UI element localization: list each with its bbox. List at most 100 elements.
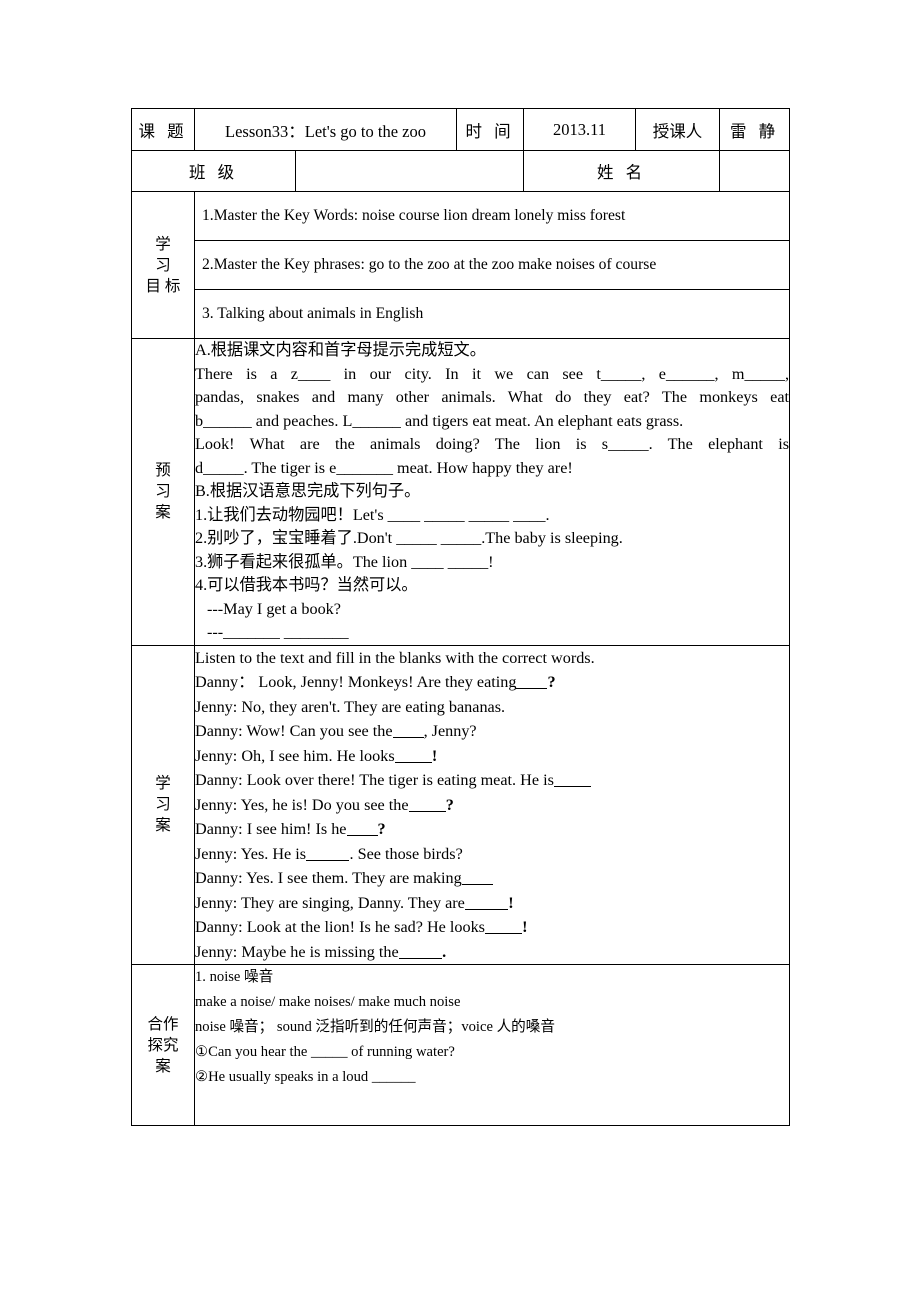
class-label: 班 级 — [131, 150, 296, 192]
dialogue-line: Danny: Wow! Can you see the , Jenny? — [195, 719, 789, 744]
dialogue-blank[interactable] — [516, 674, 548, 689]
dialogue-blank[interactable] — [461, 870, 493, 885]
objectives-list: 1.Master the Key Words: noise course lio… — [195, 192, 790, 339]
dialogue-speaker: Danny: — [195, 869, 243, 887]
dialogue-tail: . — [442, 942, 447, 961]
dialogue-blank[interactable] — [392, 723, 424, 738]
dialogue-line: Jenny: Yes, he is! Do you see the? — [195, 793, 789, 818]
preview-sentence: 2.别吵了，宝宝睡着了.Don't _____ _____.The baby i… — [195, 529, 623, 547]
dialogue-line: Danny: Yes. I see them. They are making — [195, 866, 789, 891]
dialogue-speaker: Jenny: — [195, 893, 238, 912]
objective-item: 3. Talking about animals in English — [195, 290, 789, 339]
dialogue-speaker: Danny： — [195, 673, 255, 691]
dialogue-blank[interactable] — [484, 919, 523, 934]
dialogue-tail: . See those birds? — [349, 844, 463, 863]
dialogue-line: Danny： Look, Jenny! Monkeys! Are they ea… — [195, 670, 789, 695]
cooperation-label-line-2: 探究 — [147, 1036, 179, 1054]
dialogue-speaker: Danny: — [195, 820, 243, 838]
preview-passage-line: There is a z____ in our city. In it we c… — [195, 364, 790, 383]
preview-passage-line: b______ and peaches. L______ and tigers … — [195, 411, 684, 430]
dialogue-blank[interactable] — [408, 797, 446, 812]
name-label: 姓 名 — [523, 150, 721, 192]
lesson-title: Lesson33：Let's go to the zoo — [193, 108, 458, 151]
dialogue-text: Look over there! The tiger is eating mea… — [242, 771, 554, 789]
cooperation-line: make a noise/ make noises/ make much noi… — [195, 994, 461, 1010]
dialogue-line: Jenny: Oh, I see him. He looks! — [195, 744, 789, 769]
time-label: 时 间 — [456, 108, 525, 151]
name-value[interactable] — [719, 150, 791, 192]
cooperation-label: 合作 探究 案 — [131, 964, 195, 1126]
dialogue-speaker: Jenny: — [195, 697, 238, 716]
study-row: 学 习 案 Listen to the text and fill in the… — [131, 644, 791, 965]
objective-2: 2.Master the Key phrases: go to the zoo … — [195, 240, 790, 290]
preview-sentence: 4.可以借我本书吗？当然可以。 — [195, 576, 418, 594]
dialogue-text: Look, Jenny! Monkeys! Are they eating — [254, 673, 517, 691]
dialogue-blank[interactable] — [394, 748, 432, 763]
preview-sentence: ---May I get a book? — [207, 599, 341, 618]
study-content: Listen to the text and fill in the blank… — [193, 644, 791, 965]
dialogue-blank[interactable] — [464, 895, 509, 910]
objective-1: 1.Master the Key Words: noise course lio… — [195, 192, 790, 241]
dialogue-line: Jenny: Maybe he is missing the. — [195, 940, 789, 965]
preview-sentence: ---_______ ________ — [207, 623, 349, 641]
dialogue-speaker: Jenny: — [195, 844, 238, 863]
dialogue-speaker: Danny: — [195, 771, 243, 789]
objective-item: 2.Master the Key phrases: go to the zoo … — [195, 240, 790, 290]
worksheet-page: 课 题 Lesson33：Let's go to the zoo 时 间 201… — [131, 108, 791, 1126]
dialogue-blank[interactable] — [398, 944, 443, 959]
study-label-line-1: 学 — [155, 775, 171, 793]
dialogue-tail: ! — [522, 918, 528, 936]
preview-label: 预 习 案 — [131, 338, 195, 646]
objective-3: 3. Talking about animals in English — [202, 305, 424, 322]
dialogue-speaker: Danny: — [195, 918, 243, 936]
header-row-title: 课 题 Lesson33：Let's go to the zoo 时 间 201… — [131, 108, 791, 151]
preview-sentence: 3.狮子看起来很孤单。The lion ____ _____! — [195, 552, 494, 571]
teacher-label: 授课人 — [635, 108, 721, 151]
preview-passage-line: pandas, snakes and many other animals. W… — [195, 388, 790, 406]
preview-label-line-1: 预 — [155, 462, 171, 480]
dialogue-text: Yes. He is — [237, 844, 307, 863]
dialogue-text: Wow! Can you see the — [242, 722, 393, 740]
time-value: 2013.11 — [523, 108, 637, 151]
dialogue-speaker: Danny: — [195, 722, 243, 740]
dialogue-blank[interactable] — [306, 846, 350, 861]
dialogue-tail: , Jenny? — [423, 722, 477, 740]
preview-passage-line: d_____. The tiger is e_______ meat. How … — [195, 458, 573, 477]
objectives-row: 学 习 目 标 1.Master the Key Words: noise co… — [131, 191, 791, 339]
cooperation-row: 合作 探究 案 1. noise 噪音 make a noise/ make n… — [131, 964, 791, 1126]
cooperation-label-line-3: 案 — [155, 1057, 171, 1075]
preview-row: 预 习 案 A.根据课文内容和首字母提示完成短文。 There is a z__… — [131, 338, 791, 646]
objectives-label-line-3: 目 标 — [145, 277, 181, 295]
objective-item: 1.Master the Key Words: noise course lio… — [195, 192, 790, 241]
dialogue-tail: ! — [508, 893, 514, 912]
dialogue-line: Jenny: No, they aren't. They are eating … — [195, 695, 789, 720]
dialogue-tail: ? — [445, 795, 454, 814]
dialogue-line: Danny: I see him! Is he? — [195, 817, 789, 842]
cooperation-content: 1. noise 噪音 make a noise/ make noises/ m… — [193, 964, 791, 1126]
dialogue-speaker: Jenny: — [195, 746, 238, 765]
dialogue-blank[interactable] — [346, 821, 378, 836]
dialogue-text: No, they aren't. They are eating bananas… — [237, 697, 506, 716]
preview-label-line-2: 习 — [155, 483, 171, 501]
subject-label: 课 题 — [131, 108, 195, 151]
preview-label-line-3: 案 — [155, 504, 171, 522]
objectives-content: 1.Master the Key Words: noise course lio… — [193, 191, 791, 339]
objectives-label: 学 习 目 标 — [131, 191, 195, 339]
objectives-label-line-1: 学 — [155, 235, 171, 253]
cooperation-line: noise 噪音； sound 泛指听到的任何声音；voice 人的嗓音 — [195, 1019, 555, 1035]
dialogue-blank[interactable] — [553, 772, 592, 787]
dialogue-speaker: Jenny: — [195, 942, 238, 961]
cooperation-line: 1. noise 噪音 — [195, 969, 274, 985]
class-value[interactable] — [294, 150, 525, 192]
preview-sentence: 1.让我们去动物园吧！Let's ____ _____ _____ ____. — [195, 505, 550, 524]
preview-heading-a: A.根据课文内容和首字母提示完成短文。 — [195, 341, 486, 359]
dialogue-text: Yes. I see them. They are making — [242, 869, 462, 887]
dialogue-list: Danny： Look, Jenny! Monkeys! Are they ea… — [195, 670, 789, 964]
dialogue-text: I see him! Is he — [242, 820, 347, 838]
cooperation-label-line-1: 合作 — [147, 1015, 179, 1033]
cooperation-line: ②He usually speaks in a loud ______ — [195, 1069, 416, 1085]
dialogue-line: Danny: Look over there! The tiger is eat… — [195, 768, 789, 793]
preview-content: A.根据课文内容和首字母提示完成短文。 There is a z____ in … — [193, 338, 791, 646]
study-label: 学 习 案 — [131, 644, 195, 965]
dialogue-text: They are singing, Danny. They are — [237, 893, 465, 912]
